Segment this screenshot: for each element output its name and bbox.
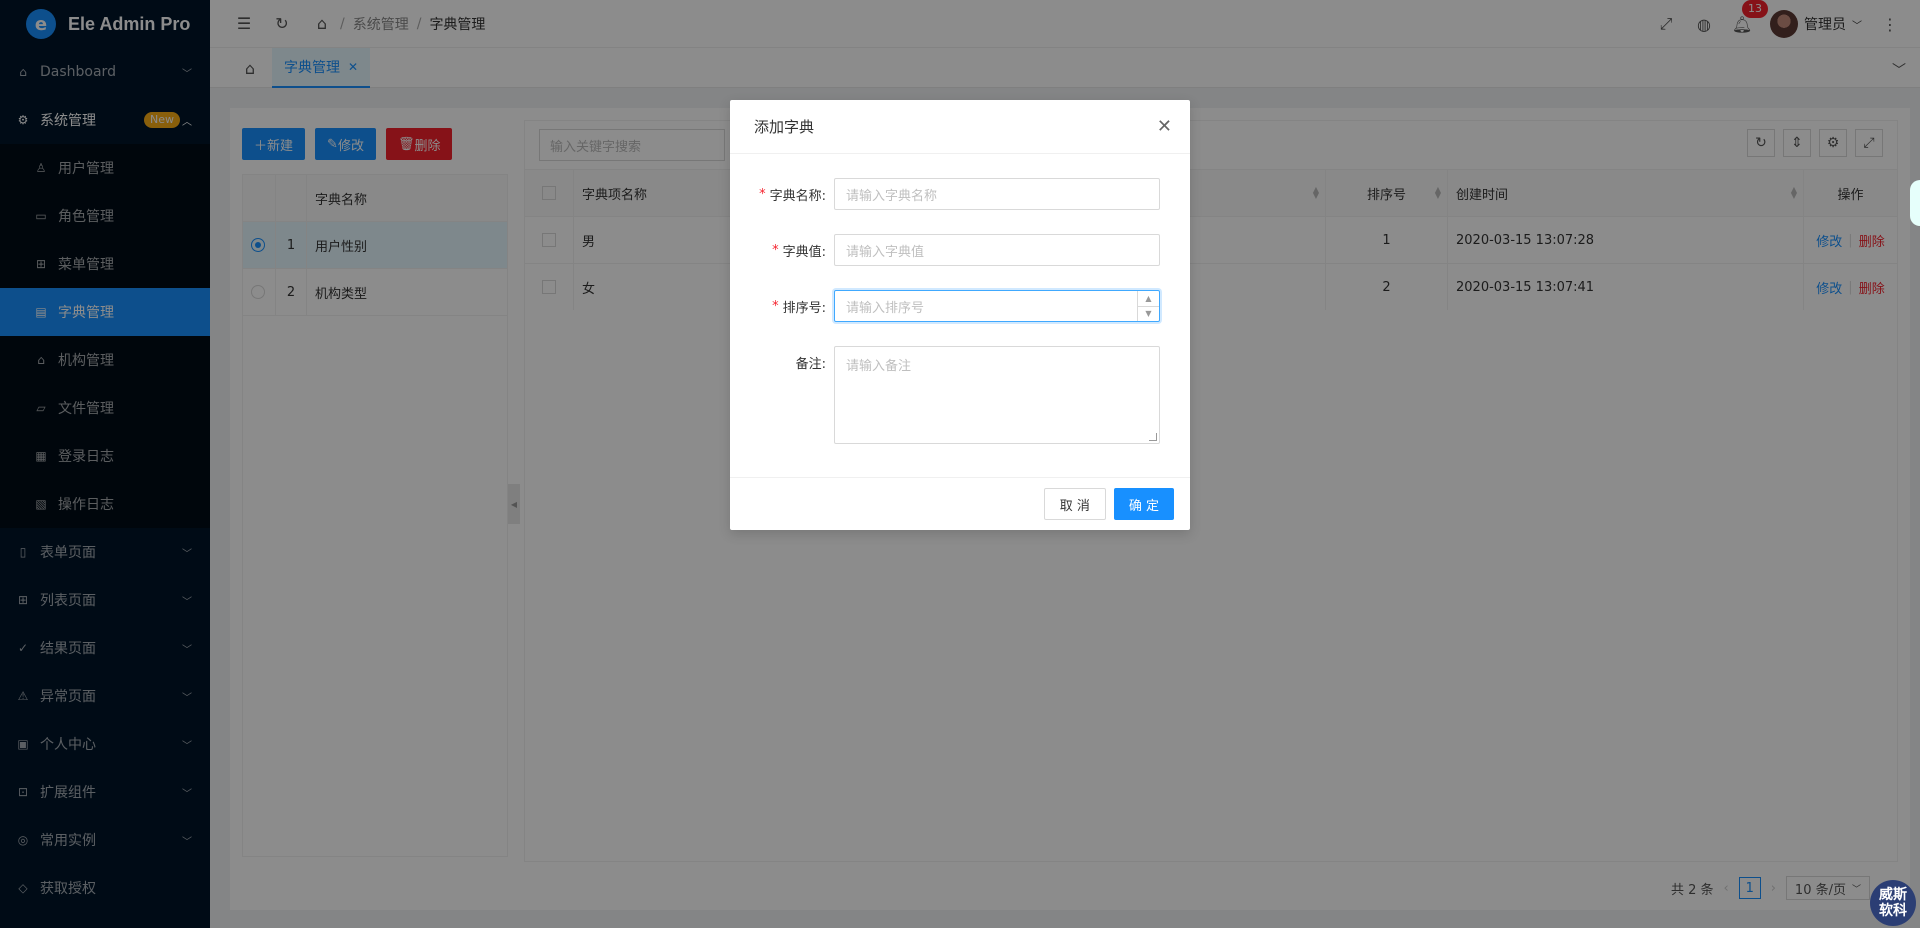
stepper-controls: ▲ ▼ xyxy=(1137,291,1159,321)
sort-placeholder: 请输入排序号 xyxy=(846,300,925,316)
increment-icon[interactable]: ▲ xyxy=(1138,291,1159,307)
label-text: 排序号: xyxy=(782,300,826,316)
required-mark: * xyxy=(759,186,766,202)
field-label: * 排序号: xyxy=(754,290,834,322)
dictionary-value-input[interactable]: 请输入字典值 xyxy=(834,234,1160,266)
field-label: * 字典值: xyxy=(754,234,834,266)
watermark-logo: 威斯 软科 xyxy=(1870,880,1916,926)
resize-handle-icon[interactable] xyxy=(1149,433,1157,441)
decrement-icon[interactable]: ▼ xyxy=(1138,307,1159,322)
form-row-remark: 备注: 请输入备注 xyxy=(754,346,1166,444)
label-text: 字典值: xyxy=(782,244,826,260)
field-label: * 字典名称: xyxy=(754,178,834,210)
add-dictionary-modal: 添加字典 ✕ * 字典名称: 请输入字典名称 * 字典值: 请输入字典值 * 排序号:… xyxy=(730,100,1190,530)
sort-number-stepper[interactable]: 请输入排序号 ▲ ▼ xyxy=(834,290,1160,322)
modal-footer: 取 消 确 定 xyxy=(730,477,1190,530)
form-row-sort: * 排序号: 请输入排序号 ▲ ▼ xyxy=(754,290,1166,322)
label-text: 备注: xyxy=(795,356,826,372)
modal-title: 添加字典 xyxy=(754,118,815,136)
form-row-name: * 字典名称: 请输入字典名称 xyxy=(754,178,1166,210)
field-label: 备注: xyxy=(754,346,834,378)
close-icon[interactable]: ✕ xyxy=(1157,116,1172,137)
required-mark: * xyxy=(772,298,779,314)
edge-handle[interactable] xyxy=(1910,180,1920,226)
confirm-button[interactable]: 确 定 xyxy=(1113,488,1174,520)
cancel-button[interactable]: 取 消 xyxy=(1043,488,1106,520)
remark-textarea[interactable]: 请输入备注 xyxy=(834,346,1160,444)
modal-header: 添加字典 ✕ xyxy=(730,100,1190,154)
remark-placeholder: 请输入备注 xyxy=(846,359,912,374)
required-mark: * xyxy=(772,242,779,258)
form-row-value: * 字典值: 请输入字典值 xyxy=(754,234,1166,266)
dictionary-name-input[interactable]: 请输入字典名称 xyxy=(834,178,1160,210)
dictionary-form: * 字典名称: 请输入字典名称 * 字典值: 请输入字典值 * 排序号: 请输入排序号… xyxy=(730,154,1190,444)
label-text: 字典名称: xyxy=(769,188,826,204)
